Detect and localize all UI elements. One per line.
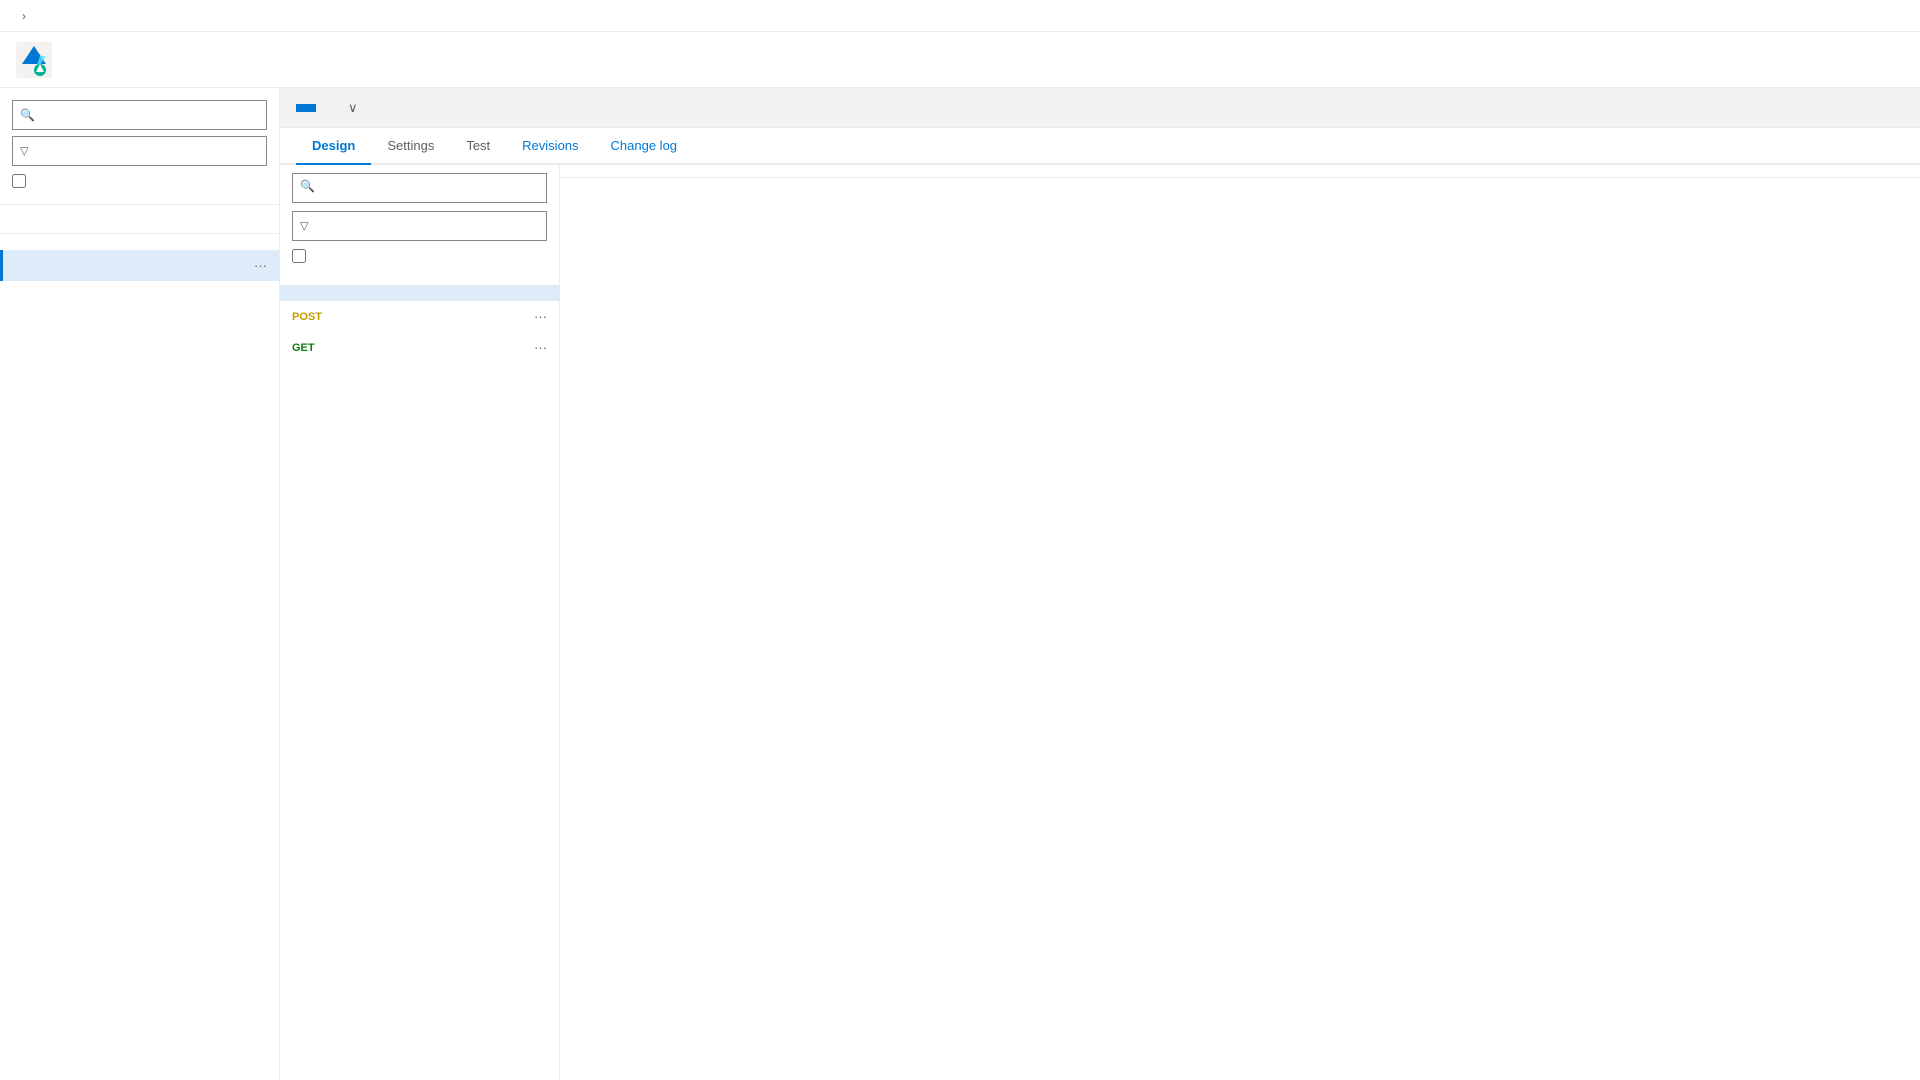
main-layout: 🔍 ▽ ··· ∨ <box>0 88 1920 1080</box>
api-item-more-button[interactable]: ··· <box>254 258 267 273</box>
right-content-area: ∨ Design Settings Test Revisions Change … <box>280 88 1920 1080</box>
op-item-1[interactable]: GET ··· <box>280 332 559 363</box>
tab-design[interactable]: Design <box>296 128 371 165</box>
tab-settings[interactable]: Settings <box>371 128 450 165</box>
tab-changelog[interactable]: Change log <box>595 128 694 165</box>
ops-group-by-tag[interactable] <box>280 245 559 271</box>
ops-filter-input[interactable] <box>292 211 547 241</box>
breadcrumb-sep1: › <box>22 9 26 23</box>
code-breadcrumb <box>560 165 1920 178</box>
operations-panel: 🔍 ▽ POST <box>280 165 560 1080</box>
revision-badge[interactable] <box>296 104 316 112</box>
op-method-post: POST <box>292 311 322 323</box>
all-operations-item[interactable] <box>280 285 559 301</box>
code-editor[interactable] <box>560 178 1920 1080</box>
code-panel <box>560 165 1920 1080</box>
group-by-tag-checkbox[interactable] <box>12 174 26 188</box>
api-item-google[interactable]: ··· <box>0 250 279 281</box>
all-apis-label <box>0 238 279 250</box>
tab-revisions[interactable]: Revisions <box>506 128 594 165</box>
sidebar-search-input[interactable] <box>12 100 267 130</box>
split-pane: 🔍 ▽ POST <box>280 165 1920 1080</box>
top-breadcrumb-bar: › <box>0 0 1920 32</box>
op-item-0[interactable]: POST ··· <box>280 301 559 332</box>
left-sidebar: 🔍 ▽ ··· <box>0 88 280 1080</box>
add-api-button[interactable] <box>0 213 279 229</box>
op-1-more-button[interactable]: ··· <box>534 340 547 355</box>
ops-group-by-tag-checkbox[interactable] <box>292 249 306 263</box>
service-logo <box>16 42 52 78</box>
tabs-bar: Design Settings Test Revisions Change lo… <box>280 128 1920 165</box>
revision-chevron-icon[interactable]: ∨ <box>348 100 358 116</box>
op-0-more-button[interactable]: ··· <box>534 309 547 324</box>
sidebar-group-by-tag[interactable] <box>12 174 267 188</box>
tab-test[interactable]: Test <box>450 128 506 165</box>
revision-bar: ∨ <box>280 88 1920 128</box>
op-method-get: GET <box>292 342 315 354</box>
add-operation-button[interactable] <box>280 271 559 285</box>
ops-search-input[interactable] <box>292 173 547 203</box>
header-more-button[interactable] <box>1888 56 1904 64</box>
page-header <box>0 32 1920 88</box>
sidebar-filter-input[interactable] <box>12 136 267 166</box>
